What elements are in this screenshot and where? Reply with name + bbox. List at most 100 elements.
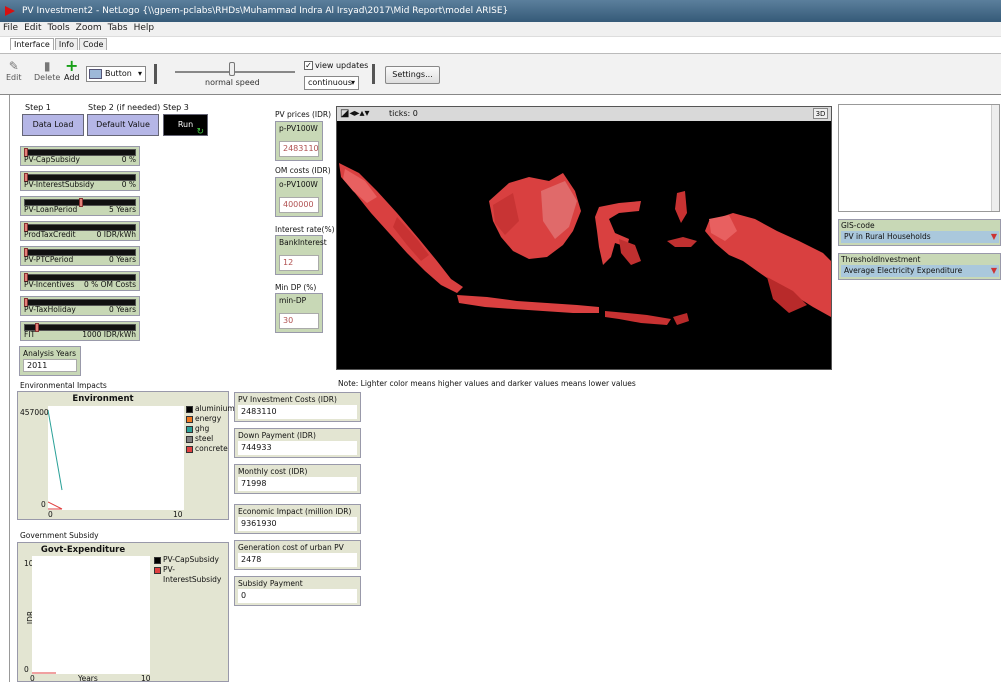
view-arrows-icon[interactable]: ◪◂▸▴▾: [340, 107, 370, 121]
legend-swatch: [186, 406, 193, 413]
tab-info[interactable]: Info: [54, 38, 78, 50]
default-value-button[interactable]: Default Value: [87, 114, 159, 136]
gis-code-chooser[interactable]: GIS-code PV in Rural Households ▼: [838, 219, 1001, 246]
add-button[interactable]: + Add: [64, 58, 80, 83]
tab-interface[interactable]: Interface: [10, 38, 54, 50]
slider-thumb[interactable]: [35, 323, 39, 332]
speed-slider-track[interactable]: [175, 71, 295, 73]
menu-help[interactable]: Help: [131, 22, 158, 34]
om-costs-value[interactable]: 400000: [279, 197, 319, 213]
bank-interest-value[interactable]: 12: [279, 255, 319, 271]
legend-swatch: [186, 446, 193, 453]
menu-edit[interactable]: Edit: [21, 22, 44, 34]
step1-label: Step 1: [25, 103, 51, 112]
slider-fit[interactable]: FIT 1000 IDR/kWh: [20, 321, 140, 341]
slider-prodtaxcredit[interactable]: ProdTaxCredit 0 IDR/kWh: [20, 221, 140, 241]
delete-button[interactable]: ▮ Delete: [34, 59, 60, 82]
slider-name: PV-PTCPeriod: [24, 255, 74, 264]
govt-expenditure-plot-title: Govt-Expenditure: [40, 545, 126, 555]
min-dp-value[interactable]: 30: [279, 313, 319, 329]
step2-label: Step 2 (if needed): [88, 103, 161, 112]
settings-button[interactable]: Settings...: [385, 66, 440, 84]
monitor-value: 0: [238, 589, 357, 603]
min-dp-title: Min DP (%): [275, 283, 317, 292]
window-title-bar: PV Investment2 - NetLogo {\\gpem-pclabs\…: [0, 0, 1001, 22]
analysis-years-input[interactable]: Analysis Years 2011: [19, 346, 81, 376]
ghg-series-line: [47, 409, 63, 491]
bank-interest-input[interactable]: BankInterest 12: [275, 235, 327, 275]
slider-name: PV-InterestSubsidy: [24, 180, 95, 189]
toolbar-separator: [372, 64, 375, 84]
world-view[interactable]: ◪◂▸▴▾ ticks: 0 3D: [336, 106, 832, 370]
run-button[interactable]: Run ↻: [163, 114, 208, 137]
speed-slider-thumb[interactable]: [229, 62, 235, 76]
environment-plot-svg: [47, 409, 63, 510]
legend-concrete: concrete: [186, 444, 235, 454]
ticks-counter: ticks: 0: [389, 109, 418, 118]
legend-energy: energy: [186, 414, 235, 424]
window-title: PV Investment2 - NetLogo {\\gpem-pclabs\…: [22, 6, 509, 16]
map-region-timor: [673, 313, 689, 325]
widget-type-select[interactable]: Button ▾: [86, 66, 146, 82]
govt-expenditure-legend: PV-CapSubsidy PV-InterestSubsidy: [154, 555, 228, 585]
govt-plot-svg: [32, 672, 56, 674]
monitor-0: PV Investment Costs (IDR) 2483110: [234, 392, 361, 422]
slider-pv-ptcperiod[interactable]: PV-PTCPeriod 0 Years: [20, 246, 140, 266]
dropdown-arrow-icon: ▾: [137, 69, 142, 78]
slider-thumb[interactable]: [79, 198, 83, 207]
gov-x-label: Years: [78, 674, 98, 682]
govt-expenditure-plot: Govt-Expenditure 10 IDR 0 0 Years 10 PV-…: [17, 542, 229, 682]
slider-pv-interestsubsidy[interactable]: PV-InterestSubsidy 0 %: [20, 171, 140, 191]
checkmark-icon: ✓: [304, 61, 313, 70]
update-mode-select[interactable]: continuous ▾: [304, 76, 359, 90]
pv-prices-value[interactable]: 2483110: [279, 141, 319, 157]
environment-plot-title: Environment: [72, 394, 134, 404]
toolbar: ✎ Edit ▮ Delete + Add Button ▾ normal sp…: [0, 53, 1001, 95]
tab-code[interactable]: Code: [78, 38, 108, 50]
monitor-value: 2483110: [238, 405, 357, 419]
legend-aluminium: aluminium: [186, 404, 235, 414]
dropdown-arrow-icon: ▾: [350, 78, 355, 87]
pv-prices-input[interactable]: p-PV100W 2483110: [275, 121, 323, 161]
min-dp-input[interactable]: min-DP 30: [275, 293, 323, 333]
om-costs-input[interactable]: o-PV100W 400000: [275, 177, 323, 217]
slider-pv-loanperiod[interactable]: PV-LoanPeriod 5 Years: [20, 196, 140, 216]
monitor-label: Monthly cost (IDR): [238, 467, 308, 476]
view-control-bar: ◪◂▸▴▾ ticks: 0 3D: [337, 107, 831, 121]
threshold-investment-select[interactable]: Average Electricity Expenditure ▼: [841, 265, 999, 277]
output-scrollbar[interactable]: [991, 105, 999, 211]
slider-value: 0 Years: [109, 305, 136, 314]
menu-tabs[interactable]: Tabs: [105, 22, 131, 34]
monitor-2: Monthly cost (IDR) 71998: [234, 464, 361, 494]
govt-expenditure-plot-area: [32, 556, 150, 674]
slider-pv-capsubsidy[interactable]: PV-CapSubsidy 0 %: [20, 146, 140, 166]
forever-loop-icon: ↻: [196, 127, 204, 137]
edit-button[interactable]: ✎ Edit: [6, 59, 22, 82]
menu-file[interactable]: File: [0, 22, 21, 34]
government-subsidy-label: Government Subsidy: [20, 531, 99, 540]
trash-icon: ▮: [43, 59, 51, 73]
gis-code-select[interactable]: PV in Rural Households ▼: [841, 231, 999, 243]
analysis-years-value[interactable]: 2011: [23, 359, 77, 372]
slider-pv-taxholiday[interactable]: PV-TaxHoliday 0 Years: [20, 296, 140, 316]
view-updates-checkbox[interactable]: ✓ view updates: [304, 61, 368, 70]
slider-pv-incentives[interactable]: PV-Incentives 0 % OM Costs: [20, 271, 140, 291]
monitor-value: 71998: [238, 477, 357, 491]
data-load-button[interactable]: Data Load: [22, 114, 84, 136]
monitor-label: Down Payment (IDR): [238, 431, 316, 440]
monitor-value: 2478: [238, 553, 357, 567]
map-region-maluku-south: [667, 237, 697, 247]
menu-tools[interactable]: Tools: [45, 22, 73, 34]
slider-value: 0 Years: [109, 255, 136, 264]
monitor-value: 744933: [238, 441, 357, 455]
interest-rate-title: Interest rate(%): [275, 225, 335, 234]
3d-view-button[interactable]: 3D: [813, 108, 828, 119]
slider-value: 0 IDR/kWh: [96, 230, 136, 239]
speed-label: normal speed: [205, 78, 260, 87]
env-x-max: 10: [173, 510, 183, 519]
menu-zoom[interactable]: Zoom: [73, 22, 105, 34]
legend-swatch: [154, 557, 161, 564]
output-area[interactable]: [838, 104, 1000, 212]
threshold-investment-chooser[interactable]: ThresholdInvestment Average Electricity …: [838, 253, 1001, 280]
legend-pv-capsubsidy: PV-CapSubsidy: [154, 555, 228, 565]
